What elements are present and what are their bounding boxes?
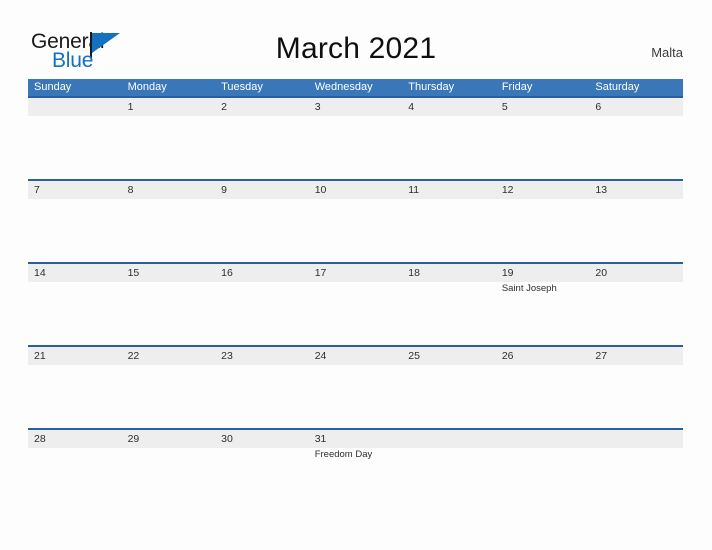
day-cell[interactable]: 18	[402, 264, 496, 345]
day-number: 2	[221, 101, 227, 113]
day-number: 11	[408, 184, 420, 196]
day-cell[interactable]: 13	[589, 181, 683, 262]
day-number: 4	[408, 101, 415, 113]
day-cell[interactable]: 22	[121, 347, 216, 428]
day-cell[interactable]: 26	[495, 347, 590, 428]
day-cell[interactable]: 24	[308, 347, 403, 428]
day-cell[interactable]: 17	[308, 264, 403, 345]
calendar-page: General Blue March 2021 Malta Sunday Mon…	[0, 0, 712, 550]
day-band	[402, 430, 496, 448]
weekday-header-wednesday: Wednesday	[314, 81, 373, 93]
day-number: 24	[314, 350, 327, 362]
day-band	[495, 98, 590, 116]
day-band	[589, 98, 683, 116]
day-cell[interactable]	[28, 98, 122, 179]
day-cell[interactable]: 12	[495, 181, 590, 262]
day-cell[interactable]	[589, 430, 683, 511]
weekday-header-sunday: Sunday	[34, 81, 72, 93]
day-cell[interactable]: 5	[495, 98, 590, 179]
weekday-header-friday: Friday	[501, 81, 533, 93]
day-band	[28, 98, 122, 116]
day-cell[interactable]: 28	[28, 430, 122, 511]
day-cell[interactable]: 30	[215, 430, 309, 511]
day-number: 9	[221, 184, 227, 196]
day-number: 13	[595, 184, 608, 196]
day-band	[495, 430, 590, 448]
day-number: 15	[127, 267, 140, 279]
day-number: 3	[314, 101, 321, 113]
day-band	[121, 181, 216, 199]
weekday-header-monday: Monday	[127, 81, 167, 93]
weekday-header-tuesday: Tuesday	[221, 81, 263, 93]
weekday-header-saturday: Saturday	[595, 81, 640, 93]
day-cell[interactable]: 20	[589, 264, 683, 345]
weekday-header-thursday: Thursday	[408, 81, 455, 93]
day-cell[interactable]: 3	[308, 98, 403, 179]
day-number: 31	[314, 433, 327, 445]
day-cell[interactable]: 14	[28, 264, 122, 345]
day-cell[interactable]: 7	[28, 181, 122, 262]
day-number: 20	[595, 267, 608, 279]
day-band	[308, 98, 403, 116]
day-event-freedom-day: Freedom Day	[314, 449, 373, 460]
day-number: 23	[221, 350, 233, 362]
day-number: 18	[408, 267, 420, 279]
day-cell[interactable]: 27	[589, 347, 683, 428]
day-cell[interactable]: 15	[121, 264, 216, 345]
day-cell[interactable]: 31 Freedom Day	[308, 430, 403, 511]
day-cell[interactable]	[495, 430, 590, 511]
day-number: 7	[34, 184, 40, 196]
day-cell[interactable]: 16	[215, 264, 309, 345]
day-number: 26	[501, 350, 514, 362]
day-number: 10	[314, 184, 327, 196]
day-cell[interactable]: 29	[121, 430, 216, 511]
calendar-week-row: 7 8 9 10 11 12 13	[28, 179, 683, 262]
day-number: 28	[34, 433, 46, 445]
country-label: Malta	[651, 45, 683, 60]
calendar-week-row: 1 2 3 4 5 6	[28, 96, 683, 179]
day-cell[interactable]: 8	[121, 181, 216, 262]
day-cell[interactable]: 21	[28, 347, 122, 428]
day-number: 1	[127, 101, 134, 113]
calendar-week-row: 21 22 23 24 25 26 27	[28, 345, 683, 428]
day-number: 17	[314, 267, 327, 279]
day-band	[589, 430, 683, 448]
day-number: 30	[221, 433, 233, 445]
calendar-week-row: 28 29 30 31 Freedom Day	[28, 428, 683, 511]
day-event-saint-joseph: Saint Joseph	[501, 283, 557, 294]
day-cell[interactable]	[402, 430, 496, 511]
day-number: 14	[34, 267, 46, 279]
weekday-header-row: Sunday Monday Tuesday Wednesday Thursday…	[28, 79, 683, 96]
day-cell[interactable]: 4	[402, 98, 496, 179]
day-number: 16	[221, 267, 233, 279]
day-number: 21	[34, 350, 46, 362]
day-cell[interactable]: 11	[402, 181, 496, 262]
day-number: 19	[501, 267, 514, 279]
day-band	[215, 98, 309, 116]
day-number: 12	[501, 184, 514, 196]
day-band	[121, 98, 216, 116]
day-band	[215, 181, 309, 199]
day-number: 27	[595, 350, 608, 362]
day-number: 6	[595, 101, 602, 113]
day-number: 29	[127, 433, 140, 445]
day-band	[28, 181, 122, 199]
day-number: 5	[501, 101, 508, 113]
page-header: General Blue March 2021 Malta	[0, 0, 712, 78]
day-number: 25	[408, 350, 420, 362]
day-band	[402, 98, 496, 116]
page-title: March 2021	[275, 32, 437, 65]
day-cell[interactable]: 10	[308, 181, 403, 262]
day-number: 8	[127, 184, 134, 196]
day-cell[interactable]: 6	[589, 98, 683, 179]
day-cell[interactable]: 1	[121, 98, 216, 179]
day-cell[interactable]: 9	[215, 181, 309, 262]
day-cell[interactable]: 25	[402, 347, 496, 428]
day-cell[interactable]: 19 Saint Joseph	[495, 264, 590, 345]
calendar-week-row: 14 15 16 17 18 19 Saint Joseph 20	[28, 262, 683, 345]
day-number: 22	[127, 350, 140, 362]
calendar-grid: Sunday Monday Tuesday Wednesday Thursday…	[28, 79, 683, 511]
day-cell[interactable]: 2	[215, 98, 309, 179]
day-cell[interactable]: 23	[215, 347, 309, 428]
